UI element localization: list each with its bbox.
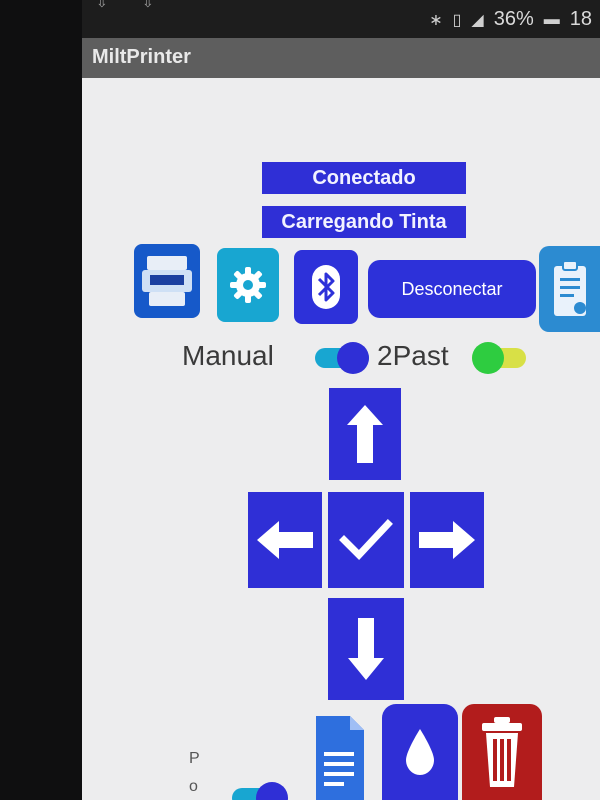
download-notification-icon: ⇩ — [96, 0, 108, 10]
document-button[interactable] — [312, 712, 368, 800]
app-logo-icon — [142, 256, 192, 306]
arrow-left-icon — [257, 521, 313, 559]
app-title-bar: MiltPrinter — [82, 38, 600, 78]
ink-drop-icon — [406, 729, 434, 775]
app-logo-button[interactable] — [134, 244, 200, 318]
trash-icon — [482, 717, 522, 787]
status-bar-right: ∗ ▯ ◢ 36% ▬ 18 — [429, 8, 592, 31]
move-right-button[interactable] — [410, 492, 484, 588]
past-toggle-knob — [472, 342, 504, 374]
past-mode-label: 2Past — [377, 340, 449, 371]
confirm-button[interactable] — [328, 492, 404, 588]
bottom-toggle-knob — [256, 782, 288, 800]
bluetooth-button[interactable] — [294, 250, 358, 324]
battery-icon: ▬ — [543, 10, 560, 28]
arrow-down-icon — [348, 618, 384, 680]
battery-percent: 36% — [493, 8, 534, 30]
bottom-toggle[interactable] — [232, 782, 288, 800]
manual-mode-label: Manual — [182, 340, 274, 371]
past-toggle[interactable] — [472, 342, 526, 374]
signal-icon: ◢ — [471, 11, 484, 29]
vibrate-icon: ▯ — [452, 11, 462, 29]
ink-loading-status-label: Carregando Tinta — [262, 206, 466, 238]
clock: 18 — [569, 8, 592, 30]
side-letter: P — [189, 750, 200, 767]
clipboard-button[interactable] — [539, 246, 600, 332]
document-icon — [316, 716, 364, 800]
settings-button[interactable] — [217, 248, 279, 322]
clear-button[interactable] — [462, 704, 542, 800]
arrow-right-icon — [419, 521, 475, 559]
download-notification-icon: ⇩ — [142, 0, 154, 10]
manual-toggle[interactable] — [315, 342, 369, 374]
bluetooth-icon — [312, 265, 340, 309]
ink-drop-button[interactable] — [382, 704, 458, 800]
move-up-button[interactable] — [329, 388, 401, 480]
clipboard-icon — [553, 260, 586, 316]
phone-screen: ⇩ ⇩ ∗ ▯ ◢ 36% ▬ 18 MiltPrinter Conectado… — [82, 0, 600, 800]
connection-status-label: Conectado — [262, 162, 466, 194]
move-left-button[interactable] — [248, 492, 322, 588]
disconnect-button[interactable]: Desconectar — [368, 260, 536, 318]
side-letter: o — [189, 778, 198, 795]
move-down-button[interactable] — [328, 598, 404, 700]
arrow-up-icon — [347, 405, 383, 463]
bluetooth-status-icon: ∗ — [429, 11, 443, 29]
status-bar: ⇩ ⇩ ∗ ▯ ◢ 36% ▬ 18 — [82, 0, 600, 38]
checkmark-icon — [339, 519, 393, 561]
app-title: MiltPrinter — [92, 46, 191, 68]
manual-toggle-knob — [337, 342, 369, 374]
gear-icon — [230, 267, 266, 303]
